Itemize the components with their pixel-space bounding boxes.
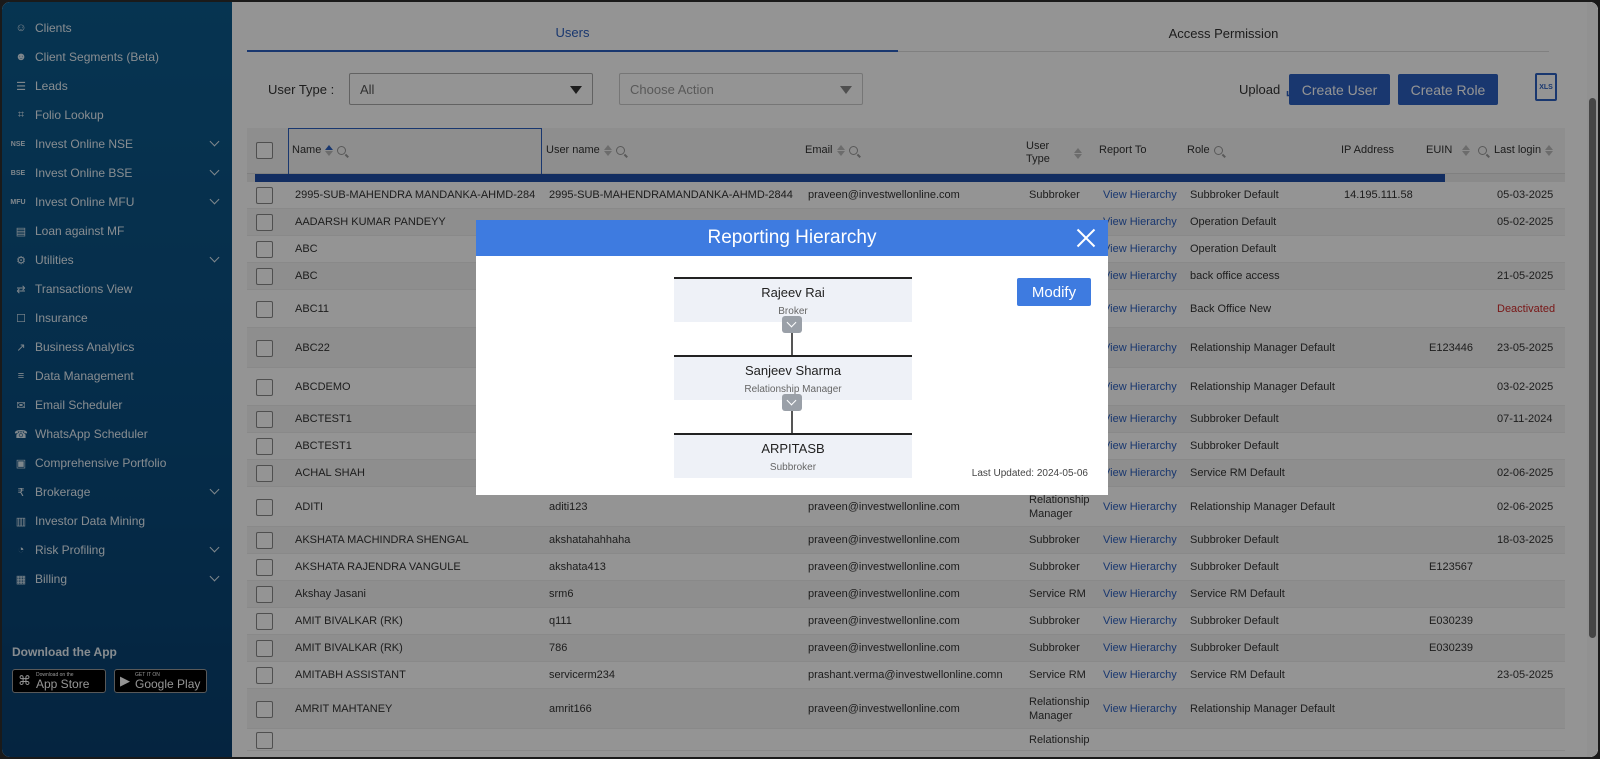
- close-icon[interactable]: [1076, 228, 1096, 248]
- connector-line: [791, 411, 793, 433]
- node-role: Subbroker: [769, 462, 817, 473]
- modal-header: Reporting Hierarchy: [476, 220, 1108, 256]
- node-name: Rajeev Rai: [761, 285, 825, 300]
- last-updated-text: Last Updated: 2024-05-06: [971, 468, 1088, 479]
- hierarchy-node-subbroker: ARPITASB Subbroker: [674, 433, 912, 478]
- node-name: Sanjeev Sharma: [744, 363, 842, 378]
- node-name: ARPITASB: [761, 441, 825, 456]
- modal-title: Reporting Hierarchy: [707, 227, 877, 248]
- reporting-hierarchy-modal: Reporting Hierarchy Modify Rajeev Rai Br…: [476, 220, 1108, 495]
- app-window: ☺ Clients ☻ Client Segments (Beta) ☰ Leads ⌗ Fo…: [2, 2, 1598, 757]
- chevron-down-icon[interactable]: [782, 316, 802, 333]
- modify-button[interactable]: Modify: [1017, 278, 1091, 306]
- connector-line: [791, 333, 793, 355]
- chevron-down-icon[interactable]: [782, 394, 802, 411]
